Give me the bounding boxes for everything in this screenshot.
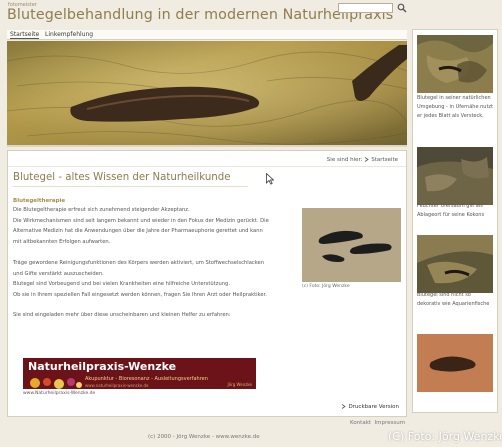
breadcrumb-item-startseite[interactable]: Startseite: [371, 157, 398, 163]
leech-photo: [302, 208, 401, 282]
arrow-right-icon: [365, 157, 369, 162]
text-line: Die Blutegeltherapie erfreut sich zunehm…: [13, 207, 190, 213]
text-line: Blutegel sind Vorbeugend und bei vielen …: [13, 281, 230, 288]
text-line: und Gifte verstärkt auszuscheiden.: [13, 270, 104, 277]
text-line: Die Wirkmechanismen sind seit langem bek…: [13, 217, 269, 224]
copyright: (c) 2000 - Jörg Wenzke - www.wenzke.de: [148, 434, 260, 440]
text-line: Träge gewordene Reinigungsfunktionen des…: [13, 260, 265, 266]
banner-credit: Jörg Wenzke: [227, 382, 252, 387]
print-version-link[interactable]: Druckbare Version: [341, 404, 399, 410]
sidebar-photo-2: [417, 147, 493, 205]
banner-caption[interactable]: www.Naturheilpraxis-Wenzke.de: [23, 391, 95, 396]
practice-banner[interactable]: Naturheilpraxis-Wenzke Akupunktur - Bior…: [23, 358, 256, 389]
text-line: Ob sie in Ihrem speziellen Fall eingeset…: [13, 291, 267, 298]
print-version-label: Druckbare Version: [348, 404, 399, 410]
paragraph-detail: Träge gewordene Reinigungsfunktionen des…: [13, 258, 303, 300]
section-subheading: Blutegeltherapie: [13, 198, 66, 204]
arrow-right-icon: [342, 404, 347, 409]
main-content: Sie sind hier: Startseite Blutegel - alt…: [7, 150, 407, 417]
page: fotomeister Blutegelbehandlung in der mo…: [0, 0, 502, 447]
sidebar-caption-2: Feuchter Ufersaum gilt als Ablageort für…: [417, 203, 485, 218]
banner-url: www.naturheilpraxis-wenzke.de: [85, 383, 149, 388]
hero-image: [7, 41, 407, 147]
breadcrumb: Sie sind hier: Startseite: [327, 157, 398, 163]
text-line: Alternative Medizin hat die Anwendungen …: [13, 228, 263, 235]
photo-watermark: (C) Foto: Jörg Wenzke: [388, 430, 502, 443]
photo-caption: (c) Foto: Jörg Wenzke: [302, 284, 350, 289]
sidebar-photo-1: [417, 35, 493, 93]
footer-links: Kontakt Impressum: [350, 420, 405, 426]
main-nav: Startseite Linkempfehlung: [7, 30, 407, 40]
paragraph-invitation: Sie sind eingeladen mehr über diese unsc…: [13, 312, 231, 318]
sidebar-photo-4: [417, 334, 493, 392]
flower-decoration-icon: [30, 378, 82, 389]
mouse-cursor-icon: [266, 173, 274, 185]
nav-item-startseite[interactable]: Startseite: [10, 31, 40, 39]
paragraph-intro: Die Blutegeltherapie erfreut sich zunehm…: [13, 205, 303, 247]
sidebar-caption-1: Blutegel in seiner natürlichen Umgebung …: [417, 95, 494, 119]
page-title: Blutegel - altes Wissen der Naturheilkun…: [13, 172, 231, 183]
text-line: mit altbekannten Erfolgen aufwarten.: [13, 238, 111, 245]
heading-rule: [13, 186, 248, 187]
sidebar-caption-3: Blutegel sind nicht so dekorativ wie Aqu…: [417, 292, 490, 307]
sidebar: Blutegel in seiner natürlichen Umgebung …: [412, 29, 498, 413]
footer-impressum-link[interactable]: Impressum: [375, 420, 406, 426]
search-icon[interactable]: [397, 3, 407, 13]
search-input[interactable]: [338, 3, 393, 13]
breadcrumb-label: Sie sind hier:: [326, 157, 363, 163]
divider: [8, 166, 406, 167]
banner-subtitle: Akupunktur - Bioresonanz - Ausleitungsve…: [85, 376, 208, 382]
footer-kontakt-link[interactable]: Kontakt: [350, 420, 371, 426]
banner-title: Naturheilpraxis-Wenzke: [28, 360, 177, 373]
nav-item-linkempfehlung[interactable]: Linkempfehlung: [45, 31, 93, 38]
site-title[interactable]: Blutegelbehandlung in der modernen Natur…: [7, 7, 393, 23]
sidebar-photo-3: [417, 235, 493, 293]
